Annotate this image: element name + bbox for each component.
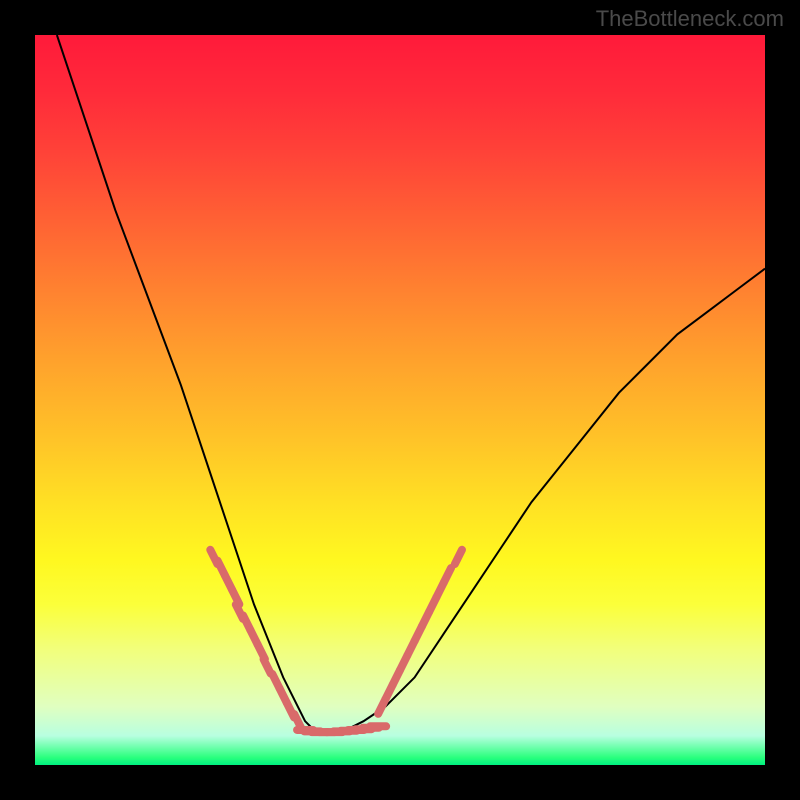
chart-svg	[35, 35, 765, 765]
curve-group	[57, 35, 765, 732]
markers-group	[210, 550, 462, 732]
watermark-text: TheBottleneck.com	[596, 6, 784, 32]
chart-area	[35, 35, 765, 765]
